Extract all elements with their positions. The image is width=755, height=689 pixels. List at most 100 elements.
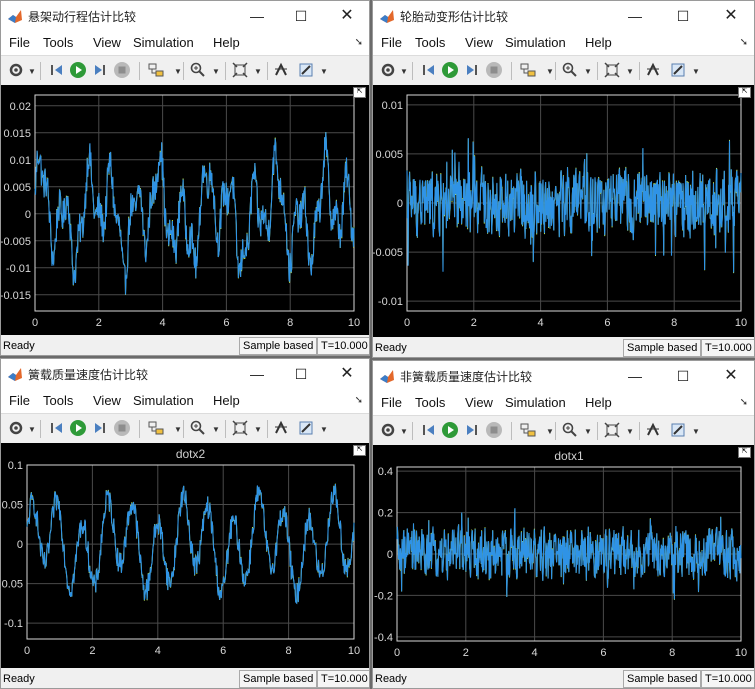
chevron-down-icon[interactable]: ▼ (174, 425, 182, 434)
title-bar[interactable]: 轮胎动变形估计比较 — ☐ ✕ (373, 1, 754, 31)
scope-plot[interactable]: dotx1 0 2 4 6 8 10 -0.4 -0.2 0 0.2 0.4 (373, 445, 754, 668)
chevron-down-icon[interactable]: ▼ (320, 67, 328, 76)
maximize-button[interactable]: ☐ (289, 5, 313, 27)
menu-tools[interactable]: Tools (43, 35, 73, 50)
run-icon[interactable] (441, 421, 459, 439)
chevron-down-icon[interactable]: ▼ (28, 425, 36, 434)
scope-display[interactable]: ⇱ 0 2 4 6 8 10 -0.01 -0.005 0 0.005 0.01 (373, 85, 754, 337)
cursor-measure-icon[interactable] (644, 421, 662, 439)
step-forward-icon[interactable] (463, 61, 481, 79)
chevron-down-icon[interactable]: ▼ (212, 425, 220, 434)
zoom-icon[interactable] (561, 421, 579, 439)
step-back-icon[interactable] (420, 421, 438, 439)
scope-plot[interactable]: dotx2 0 2 4 6 8 10 -0.1 -0.05 0 0.05 0.1 (1, 443, 369, 668)
scope-display[interactable]: ⇱ dotx1 0 2 4 6 8 10 -0.4 -0.2 0 0.2 0.4 (373, 445, 754, 668)
chevron-down-icon[interactable]: ▼ (546, 67, 554, 76)
chevron-down-icon[interactable]: ▼ (254, 67, 262, 76)
style-icon[interactable] (669, 421, 687, 439)
menu-tools[interactable]: Tools (415, 35, 445, 50)
zoom-icon[interactable] (189, 61, 207, 79)
fit-to-view-icon[interactable] (231, 61, 249, 79)
style-icon[interactable] (297, 419, 315, 437)
chevron-down-icon[interactable]: ▼ (626, 427, 634, 436)
step-back-icon[interactable] (48, 419, 66, 437)
run-icon[interactable] (69, 419, 87, 437)
stop-icon[interactable] (485, 61, 503, 79)
step-forward-icon[interactable] (91, 61, 109, 79)
chevron-down-icon[interactable]: ▼ (400, 67, 408, 76)
menu-file[interactable]: File (381, 395, 402, 410)
highlight-block-icon[interactable] (147, 419, 165, 437)
expand-arrow-icon[interactable]: ➘ (355, 37, 363, 48)
gear-icon[interactable] (7, 419, 25, 437)
scope-display[interactable]: ⇱ dotx2 0 2 4 6 8 10 -0.1 -0.05 0 0.05 0.1 (1, 443, 369, 668)
stop-icon[interactable] (485, 421, 503, 439)
chevron-down-icon[interactable]: ▼ (626, 67, 634, 76)
close-button[interactable]: ✕ (335, 363, 359, 385)
undock-icon[interactable]: ⇱ (738, 87, 751, 98)
chevron-down-icon[interactable]: ▼ (212, 67, 220, 76)
step-back-icon[interactable] (48, 61, 66, 79)
run-icon[interactable] (441, 61, 459, 79)
menu-help[interactable]: Help (213, 393, 240, 408)
step-forward-icon[interactable] (91, 419, 109, 437)
menu-simulation[interactable]: Simulation (133, 35, 194, 50)
menu-help[interactable]: Help (585, 35, 612, 50)
menu-tools[interactable]: Tools (43, 393, 73, 408)
zoom-icon[interactable] (561, 61, 579, 79)
zoom-icon[interactable] (189, 419, 207, 437)
minimize-button[interactable]: — (245, 363, 269, 385)
step-back-icon[interactable] (420, 61, 438, 79)
menu-view[interactable]: View (93, 393, 121, 408)
menu-simulation[interactable]: Simulation (505, 395, 566, 410)
scope-display[interactable]: ⇱ 0 2 4 6 8 10 -0.015 -0.01 -0.005 0 0.005 0.01 0.015… (1, 85, 369, 335)
close-button[interactable]: ✕ (719, 5, 743, 27)
maximize-button[interactable]: ☐ (671, 5, 695, 27)
highlight-block-icon[interactable] (147, 61, 165, 79)
stop-icon[interactable] (113, 419, 131, 437)
scope-plot[interactable]: 0 2 4 6 8 10 -0.015 -0.01 -0.005 0 0.005 0.01 0.015 0… (1, 85, 369, 335)
highlight-block-icon[interactable] (519, 61, 537, 79)
step-forward-icon[interactable] (463, 421, 481, 439)
close-button[interactable]: ✕ (335, 5, 359, 27)
expand-arrow-icon[interactable]: ➘ (355, 395, 363, 406)
chevron-down-icon[interactable]: ▼ (692, 67, 700, 76)
fit-to-view-icon[interactable] (603, 421, 621, 439)
expand-arrow-icon[interactable]: ➘ (740, 37, 748, 48)
chevron-down-icon[interactable]: ▼ (320, 425, 328, 434)
style-icon[interactable] (669, 61, 687, 79)
gear-icon[interactable] (7, 61, 25, 79)
menu-view[interactable]: View (465, 395, 493, 410)
menu-simulation[interactable]: Simulation (505, 35, 566, 50)
menu-tools[interactable]: Tools (415, 395, 445, 410)
maximize-button[interactable]: ☐ (671, 365, 695, 387)
run-icon[interactable] (69, 61, 87, 79)
close-button[interactable]: ✕ (719, 365, 743, 387)
chevron-down-icon[interactable]: ▼ (28, 67, 36, 76)
highlight-block-icon[interactable] (519, 421, 537, 439)
gear-icon[interactable] (379, 61, 397, 79)
stop-icon[interactable] (113, 61, 131, 79)
cursor-measure-icon[interactable] (272, 419, 290, 437)
menu-help[interactable]: Help (213, 35, 240, 50)
gear-icon[interactable] (379, 421, 397, 439)
menu-file[interactable]: File (9, 35, 30, 50)
chevron-down-icon[interactable]: ▼ (584, 67, 592, 76)
expand-arrow-icon[interactable]: ➘ (740, 397, 748, 408)
cursor-measure-icon[interactable] (644, 61, 662, 79)
maximize-button[interactable]: ☐ (289, 363, 313, 385)
title-bar[interactable]: 悬架动行程估计比较 — ☐ ✕ (1, 1, 369, 31)
menu-view[interactable]: View (465, 35, 493, 50)
chevron-down-icon[interactable]: ▼ (584, 427, 592, 436)
chevron-down-icon[interactable]: ▼ (174, 67, 182, 76)
style-icon[interactable] (297, 61, 315, 79)
menu-simulation[interactable]: Simulation (133, 393, 194, 408)
chevron-down-icon[interactable]: ▼ (692, 427, 700, 436)
fit-to-view-icon[interactable] (231, 419, 249, 437)
undock-icon[interactable]: ⇱ (353, 87, 366, 98)
fit-to-view-icon[interactable] (603, 61, 621, 79)
minimize-button[interactable]: — (623, 5, 647, 27)
menu-file[interactable]: File (381, 35, 402, 50)
chevron-down-icon[interactable]: ▼ (254, 425, 262, 434)
scope-plot[interactable]: 0 2 4 6 8 10 -0.01 -0.005 0 0.005 0.01 (373, 85, 754, 337)
